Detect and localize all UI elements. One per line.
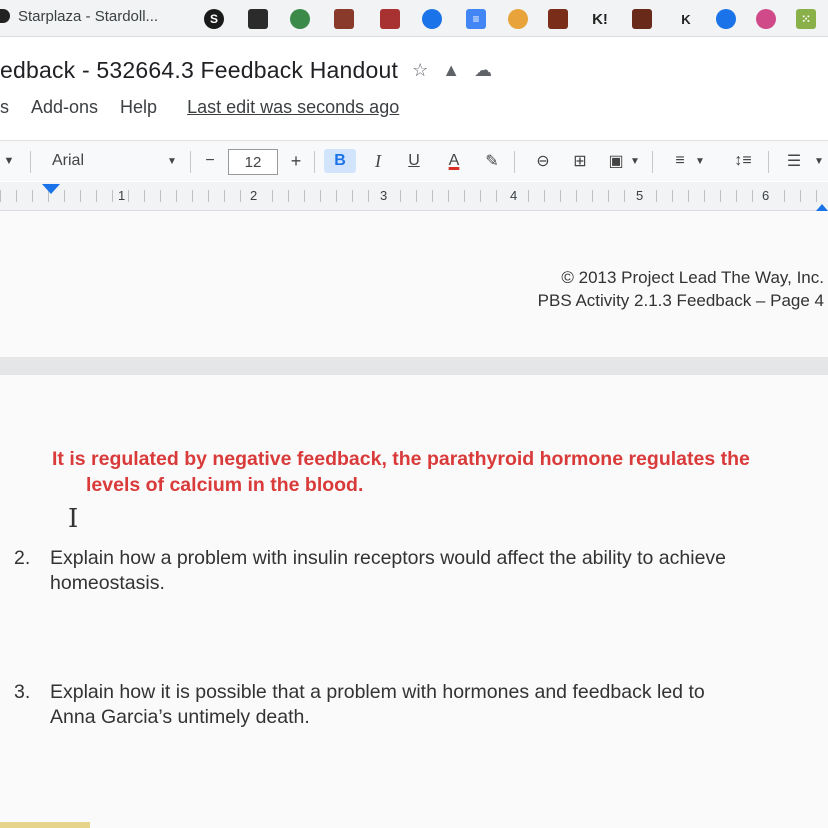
toolbar-divider: [190, 151, 191, 173]
underline-button[interactable]: U: [402, 149, 426, 173]
page-break: [0, 357, 828, 375]
ruler-number: 2: [248, 188, 260, 203]
page-footer-copyright: © 2013 Project Lead The Way, Inc.: [561, 268, 824, 287]
font-size-input[interactable]: 12: [228, 149, 278, 175]
kahoot-icon[interactable]: K!: [590, 9, 610, 29]
question-text-line-1: Explain how a problem with insulin recep…: [50, 547, 727, 569]
insert-link-icon[interactable]: ⊖: [530, 149, 556, 173]
menu-help[interactable]: Help: [120, 97, 157, 118]
question-2[interactable]: 2. Explain how a problem with insulin re…: [14, 546, 814, 596]
menu-tools[interactable]: s: [0, 97, 9, 118]
style-dropdown-arrow-icon[interactable]: ▼: [0, 149, 18, 173]
ruler-number: 4: [508, 188, 520, 203]
line-spacing-icon[interactable]: ↕≡: [728, 149, 758, 173]
docs-icon[interactable]: ≡: [466, 9, 486, 29]
image-dropdown-arrow-icon[interactable]: ▼: [628, 149, 642, 173]
menu-bar: s Add-ons Help Last edit was seconds ago: [0, 94, 421, 120]
decrease-font-size-button[interactable]: −: [198, 149, 222, 173]
ruler-number: 5: [634, 188, 646, 203]
list-dropdown-arrow-icon[interactable]: ▼: [812, 149, 826, 173]
text-cursor-icon: I: [68, 504, 79, 534]
ruler-number: 6: [760, 188, 772, 203]
grid-icon[interactable]: ⁙: [796, 9, 816, 29]
answer-line-1: It is regulated by negative feedback, th…: [52, 448, 750, 470]
ruler-number: 3: [378, 188, 390, 203]
align-dropdown-arrow-icon[interactable]: ▼: [694, 149, 706, 173]
indent-marker-icon[interactable]: [42, 184, 60, 194]
toolbar-divider: [652, 151, 653, 173]
align-icon[interactable]: ≡: [668, 149, 692, 173]
bookmark-icon-4[interactable]: [334, 9, 354, 29]
italic-button[interactable]: I: [366, 149, 390, 173]
bookmark-icon-6[interactable]: [422, 9, 442, 29]
move-to-drive-icon[interactable]: ▲: [442, 60, 460, 81]
star-icon[interactable]: ☆: [412, 60, 428, 81]
question-number: 2.: [14, 547, 31, 569]
bookmark-icon-13[interactable]: [716, 9, 736, 29]
insert-image-icon[interactable]: ▣: [604, 149, 628, 173]
cloud-status-icon[interactable]: ☁: [474, 60, 492, 81]
k-icon[interactable]: K: [676, 9, 696, 29]
toolbar-divider: [314, 151, 315, 173]
insert-comment-icon[interactable]: ⊞: [568, 149, 592, 173]
checklist-icon[interactable]: ☰: [782, 149, 806, 173]
toolbar-divider: [514, 151, 515, 173]
bookmark-starplaza-label: Starplaza - Stardoll...: [18, 7, 159, 25]
bookmark-starplaza[interactable]: Starplaza - Stardoll...: [0, 4, 158, 28]
increase-font-size-button[interactable]: +: [284, 149, 308, 173]
doc-title-row: edback - 532664.3 Feedback Handout ☆ ▲ ☁: [0, 50, 492, 90]
question-text-line-1: Explain how it is possible that a proble…: [50, 681, 705, 703]
formatting-toolbar: ▼ Arial ▼ − 12 + B I U A ✎ ⊖ ⊞ ▣ ▼ ≡ ▼ ↕…: [0, 140, 828, 181]
page-footer-label: PBS Activity 2.1.3 Feedback – Page 4: [537, 291, 824, 310]
toolbar-divider: [30, 151, 31, 173]
ruler[interactable]: 1 2 3 4 5 6: [0, 182, 828, 211]
bookmark-icon-5[interactable]: [380, 9, 400, 29]
starplaza-favicon: [0, 9, 10, 23]
question-text-line-2: homeostasis.: [50, 572, 165, 594]
bookmark-icon-11[interactable]: [632, 9, 652, 29]
puzzle-icon[interactable]: [508, 9, 528, 29]
page-current[interactable]: [0, 375, 828, 828]
text-color-button[interactable]: A: [442, 149, 466, 173]
last-edit-link[interactable]: Last edit was seconds ago: [187, 97, 399, 118]
right-indent-marker-icon[interactable]: [816, 204, 828, 211]
stardoll-icon[interactable]: S: [204, 9, 224, 29]
question-text-line-2: Anna Garcia’s untimely death.: [50, 706, 310, 728]
font-dropdown-arrow-icon[interactable]: ▼: [164, 149, 180, 173]
bookmark-icon-9[interactable]: [548, 9, 568, 29]
question-3[interactable]: 3. Explain how it is possible that a pro…: [14, 680, 814, 730]
bold-button[interactable]: B: [324, 149, 356, 173]
bookmark-icon-14[interactable]: [756, 9, 776, 29]
question-number: 3.: [14, 681, 31, 703]
toolbar-divider: [768, 151, 769, 173]
answer-line-2: levels of calcium in the blood.: [86, 474, 364, 496]
highlight-pen-icon[interactable]: ✎: [480, 149, 504, 173]
ruler-number: 1: [116, 188, 128, 203]
taskbar-fragment: [0, 822, 90, 828]
font-select-value: Arial: [52, 152, 85, 169]
bookmark-icon-3[interactable]: [290, 9, 310, 29]
doc-title[interactable]: edback - 532664.3 Feedback Handout: [0, 57, 398, 84]
answer-text[interactable]: It is regulated by negative feedback, th…: [52, 446, 822, 498]
bookmark-icon-2[interactable]: [248, 9, 268, 29]
menu-add-ons[interactable]: Add-ons: [31, 97, 98, 118]
bookmarks-bar: Starplaza - Stardoll... S ≡ K! K ⁙: [0, 0, 828, 37]
